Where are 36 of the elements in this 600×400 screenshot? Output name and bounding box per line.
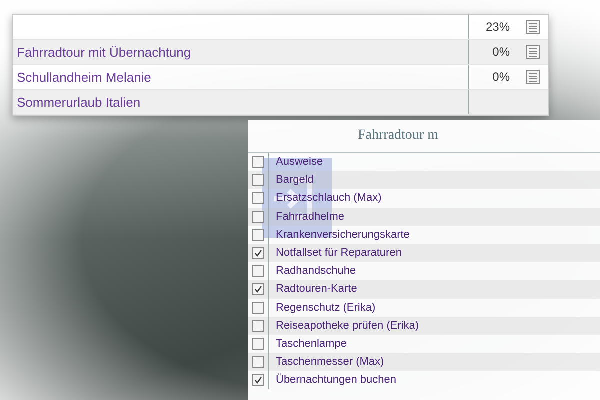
note-icon[interactable] xyxy=(526,20,540,34)
checklist-item: Fahrradhelme xyxy=(275,210,344,223)
checkbox[interactable] xyxy=(252,247,264,260)
checkbox[interactable] xyxy=(252,174,264,186)
checkbox[interactable] xyxy=(252,192,264,204)
checkbox[interactable] xyxy=(252,338,264,350)
checklist-item: Ausweise xyxy=(275,156,324,168)
checkbox[interactable] xyxy=(252,228,264,241)
checkbox[interactable] xyxy=(252,302,264,314)
checklist-item: Taschenlampe xyxy=(275,338,347,350)
checkbox[interactable] xyxy=(252,320,264,332)
checklist-item: Radhandschuhe xyxy=(275,265,356,278)
note-icon[interactable] xyxy=(526,70,540,84)
trip-name[interactable]: Fahrradtour mit Übernachtung xyxy=(17,44,192,60)
progress-percent: 0% xyxy=(492,70,510,84)
checklist-item: Bargeld xyxy=(275,174,314,186)
progress-percent: 23% xyxy=(486,20,510,34)
checklist-item: Regenschutz (Erika) xyxy=(275,302,376,314)
checklist-item: Reiseapotheke prüfen (Erika) xyxy=(275,320,420,332)
checklist-item: Taschenmesser (Max) xyxy=(275,356,384,368)
checkbox[interactable] xyxy=(252,265,264,278)
checklist-item: Krankenversicherungskarte xyxy=(275,228,410,241)
checkbox[interactable] xyxy=(252,283,264,296)
checklist-item: Radtouren-Karte xyxy=(275,283,358,296)
checkbox[interactable] xyxy=(252,156,264,168)
checklist-item: Notfallset für Reparaturen xyxy=(275,247,402,260)
checklist-title: Fahrradtour m xyxy=(358,128,438,144)
checkbox[interactable] xyxy=(252,356,264,368)
trip-name[interactable]: Schullandheim Melanie xyxy=(17,70,152,84)
note-icon[interactable] xyxy=(526,45,540,59)
checkbox[interactable] xyxy=(252,210,264,223)
progress-percent: 0% xyxy=(492,45,510,59)
trip-name[interactable]: Sommerurlaub Italien xyxy=(17,94,141,110)
checklist-item: Ersatzschlauch (Max) xyxy=(275,192,382,204)
checklist-item: Übernachtungen buchen xyxy=(275,374,396,386)
checkbox[interactable] xyxy=(252,374,264,386)
